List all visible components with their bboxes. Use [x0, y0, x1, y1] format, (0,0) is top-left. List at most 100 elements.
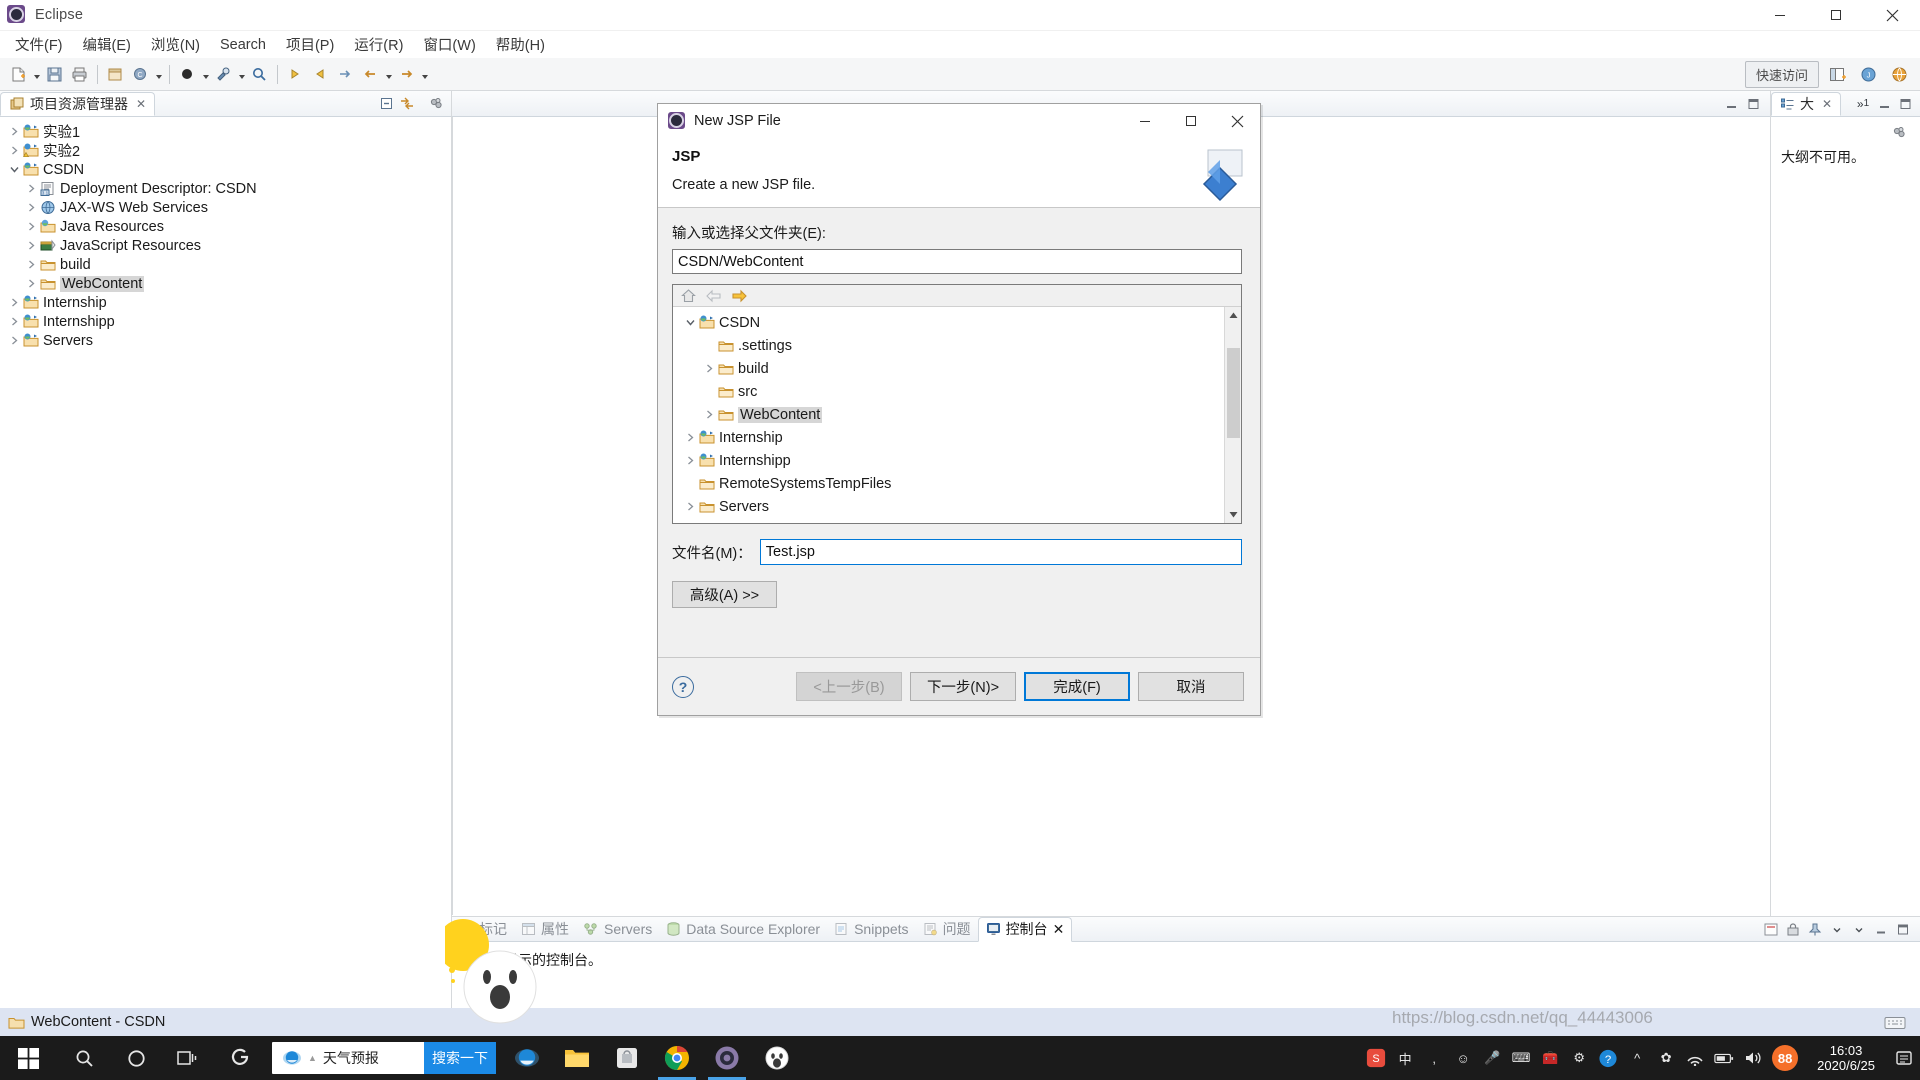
- chevron-right-icon[interactable]: [6, 124, 22, 140]
- new-wizard-icon[interactable]: [7, 63, 30, 86]
- maximize-icon[interactable]: [1744, 95, 1762, 113]
- new-class-dropdown-icon[interactable]: [153, 63, 164, 86]
- collapse-all-icon[interactable]: [377, 95, 395, 113]
- next-annotation-icon[interactable]: [284, 63, 307, 86]
- bottom-tab-标记[interactable]: 标记: [452, 917, 514, 942]
- open-perspective-icon[interactable]: [1825, 62, 1850, 87]
- chevron-right-icon[interactable]: [701, 407, 717, 423]
- scroll-up-icon[interactable]: [1225, 307, 1242, 324]
- quick-access-input[interactable]: 快速访问: [1744, 60, 1819, 88]
- chevron-right-icon[interactable]: [23, 257, 39, 273]
- menu-file[interactable]: 文件(F): [6, 31, 72, 58]
- tree-item[interactable]: Java Resources: [0, 217, 451, 236]
- chevron-right-icon[interactable]: [23, 200, 39, 216]
- dropdown-icon[interactable]: ▲: [308, 1053, 317, 1063]
- clear-console-icon[interactable]: [1762, 920, 1780, 938]
- folder-tree-item[interactable]: .settings: [673, 334, 1241, 357]
- external-tools-dropdown-icon[interactable]: [236, 63, 247, 86]
- chevron-right-icon[interactable]: [682, 453, 698, 469]
- minimize-icon[interactable]: [1722, 95, 1740, 113]
- home-icon[interactable]: [681, 288, 696, 303]
- project-tree[interactable]: 实验1 实验2 CSDN 3.1 Deployment Descriptor: CSDN…: [0, 117, 451, 350]
- folder-tree-item[interactable]: WebContent: [673, 403, 1241, 426]
- back-icon[interactable]: [359, 63, 382, 86]
- finish-button[interactable]: 完成(F): [1024, 672, 1130, 701]
- back-icon[interactable]: [705, 289, 722, 303]
- minimize-icon[interactable]: [1872, 920, 1890, 938]
- ime-voice-icon[interactable]: 🎤: [1482, 1047, 1502, 1069]
- menu-edit[interactable]: 编辑(E): [74, 31, 140, 58]
- folder-tree-scrollbar[interactable]: [1224, 307, 1241, 523]
- chevron-right-icon[interactable]: [6, 295, 22, 311]
- flower-icon[interactable]: ✿: [1656, 1047, 1676, 1069]
- folder-tree-item[interactable]: Internship: [673, 426, 1241, 449]
- close-icon[interactable]: ✕: [136, 97, 146, 111]
- display-console-dropdown-icon[interactable]: [1828, 920, 1846, 938]
- folder-tree-item[interactable]: src: [673, 380, 1241, 403]
- last-edit-location-icon[interactable]: [334, 63, 357, 86]
- taskbar-clock[interactable]: 16:03 2020/6/25: [1807, 1043, 1885, 1073]
- new-java-project-icon[interactable]: [104, 63, 127, 86]
- forward-dropdown-icon[interactable]: [419, 63, 430, 86]
- tab-project-explorer[interactable]: 项目资源管理器 ✕: [0, 92, 156, 116]
- tree-item[interactable]: JavaScript Resources: [0, 236, 451, 255]
- ime-emoji-icon[interactable]: ☺: [1453, 1047, 1473, 1069]
- bottom-tab-控制台[interactable]: 控制台 ✕: [977, 916, 1073, 942]
- windows-start-icon[interactable]: [0, 1036, 58, 1080]
- close-icon[interactable]: [1214, 104, 1260, 138]
- minimize-icon[interactable]: [1122, 104, 1168, 138]
- search-button[interactable]: 搜索一下: [424, 1042, 496, 1074]
- external-tools-icon[interactable]: [212, 63, 235, 86]
- chevron-right-icon[interactable]: [23, 181, 39, 197]
- tree-item[interactable]: build: [0, 255, 451, 274]
- scrollbar-thumb[interactable]: [1226, 348, 1240, 438]
- minimize-icon[interactable]: [1875, 95, 1893, 113]
- view-menu-icon[interactable]: [1890, 123, 1908, 141]
- ime-toolbox-icon[interactable]: 🧰: [1540, 1047, 1560, 1069]
- scroll-lock-icon[interactable]: [1784, 920, 1802, 938]
- filename-input[interactable]: [759, 539, 1242, 565]
- ime-punctuation-icon[interactable]: ,: [1424, 1047, 1444, 1069]
- menu-window[interactable]: 窗口(W): [414, 31, 484, 58]
- tree-item[interactable]: Servers: [0, 331, 451, 350]
- chevron-right-icon[interactable]: [6, 333, 22, 349]
- forward-icon[interactable]: [395, 63, 418, 86]
- folder-tree-item[interactable]: Internshipp: [673, 449, 1241, 472]
- bottom-tab-问题[interactable]: 问题: [916, 917, 978, 942]
- chevron-right-icon[interactable]: [701, 361, 717, 377]
- chevron-right-icon[interactable]: [682, 499, 698, 515]
- chevron-down-icon[interactable]: [6, 162, 22, 178]
- tab-overflow-icon[interactable]: » 1: [1854, 95, 1872, 113]
- ime-chinese-indicator[interactable]: 中: [1395, 1047, 1415, 1069]
- menu-search[interactable]: Search: [211, 34, 275, 56]
- web-perspective-icon[interactable]: [1887, 62, 1912, 87]
- tab-outline[interactable]: 大 ✕: [1771, 92, 1842, 116]
- next-button[interactable]: 下一步(N)>: [910, 672, 1016, 701]
- chevron-right-icon[interactable]: [6, 143, 22, 159]
- ime-keyboard-icon[interactable]: ⌨: [1511, 1047, 1531, 1069]
- help-icon[interactable]: ?: [672, 675, 694, 698]
- chevron-up-icon[interactable]: ^: [1627, 1047, 1647, 1069]
- open-console-dropdown-icon[interactable]: [1850, 920, 1868, 938]
- maximize-icon[interactable]: [1894, 920, 1912, 938]
- folder-tree-item[interactable]: RemoteSystemsTempFiles: [673, 472, 1241, 495]
- folder-tree-item[interactable]: build: [673, 357, 1241, 380]
- parent-folder-input[interactable]: [672, 249, 1242, 274]
- bottom-tab-data-source-explorer[interactable]: Data Source Explorer: [659, 917, 827, 942]
- tree-item[interactable]: 3.1 Deployment Descriptor: CSDN: [0, 179, 451, 198]
- menu-project[interactable]: 项目(P): [277, 31, 343, 58]
- scroll-down-icon[interactable]: [1225, 506, 1242, 523]
- advanced-button[interactable]: 高级(A) >>: [672, 581, 777, 608]
- chevron-down-icon[interactable]: [682, 315, 698, 331]
- maximize-icon[interactable]: [1896, 95, 1914, 113]
- tree-item[interactable]: WebContent: [0, 274, 451, 293]
- network-icon[interactable]: [1685, 1047, 1705, 1069]
- tree-item[interactable]: JAX-WS Web Services: [0, 198, 451, 217]
- notification-badge[interactable]: 88: [1772, 1045, 1799, 1071]
- chevron-right-icon[interactable]: [23, 276, 39, 292]
- new-wizard-dropdown-icon[interactable]: [31, 63, 42, 86]
- tree-item[interactable]: 实验2: [0, 141, 451, 160]
- search-icon[interactable]: [58, 1036, 110, 1080]
- close-icon[interactable]: ✕: [1053, 921, 1065, 938]
- bottom-tab-snippets[interactable]: Snippets: [827, 917, 915, 942]
